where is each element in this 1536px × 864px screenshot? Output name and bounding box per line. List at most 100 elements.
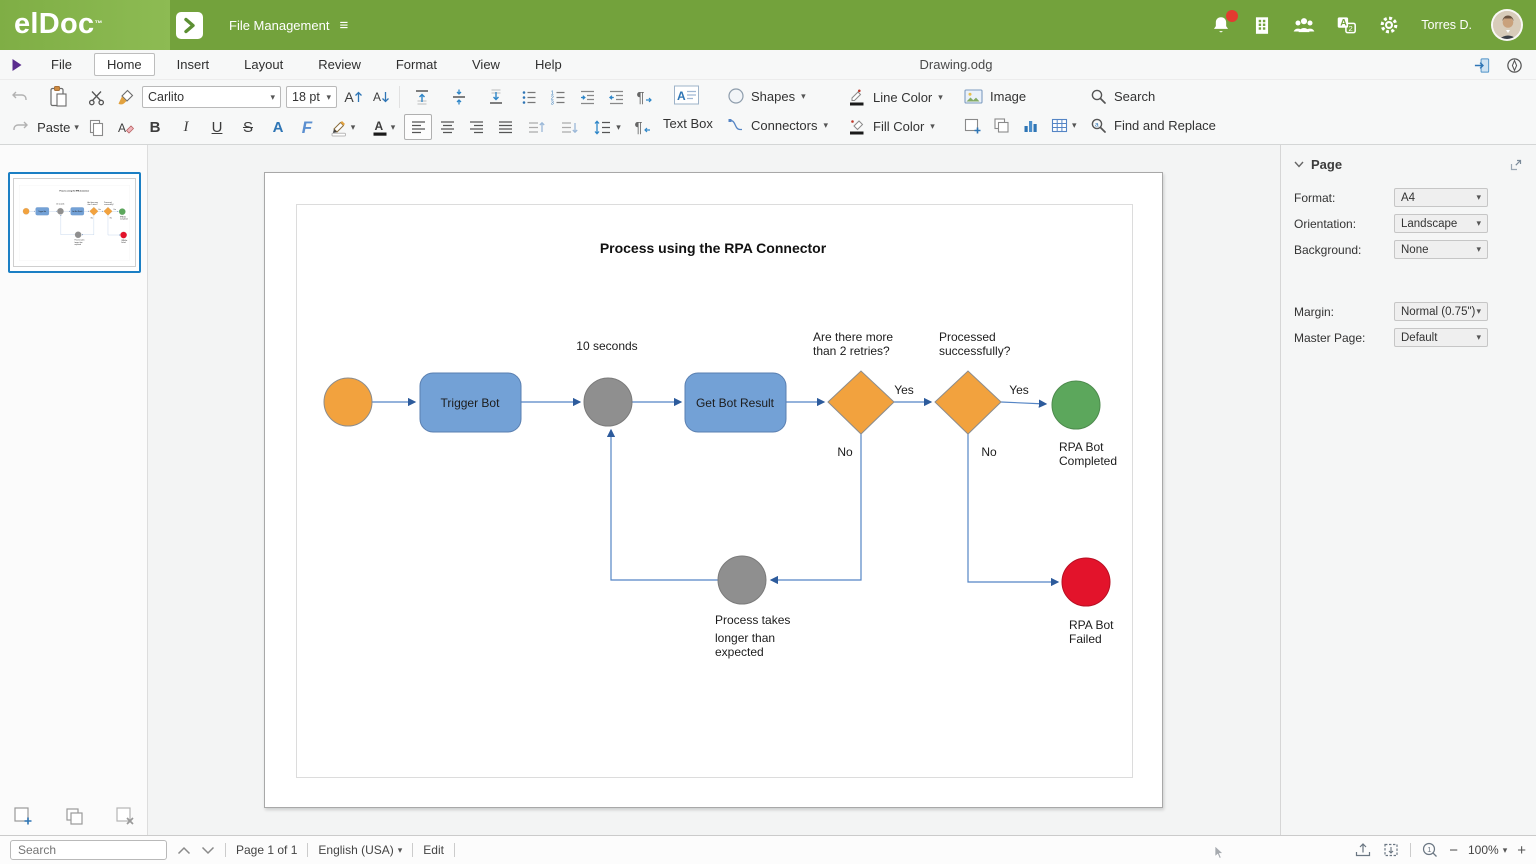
chevron-down-icon[interactable]: ▾ (938, 93, 943, 102)
language-button[interactable]: 2 A (1335, 14, 1359, 36)
zoom-in-button[interactable]: + (1517, 843, 1526, 858)
collabora-logo-icon[interactable] (9, 57, 25, 73)
page-panel-header[interactable]: Page (1294, 157, 1523, 172)
insert-table-button[interactable]: ▾ (1050, 116, 1077, 135)
chevron-down-icon[interactable]: ▾ (930, 122, 935, 131)
drawing-page[interactable] (264, 172, 1163, 808)
chevron-down-icon[interactable]: ▾ (1072, 121, 1077, 130)
master-page-select[interactable]: Default ▾ (1394, 328, 1488, 347)
font-size-combo[interactable]: 18 pt ▾ (284, 84, 339, 110)
document-status-icon[interactable] (1354, 842, 1372, 858)
format-select[interactable]: A4 ▾ (1394, 188, 1488, 207)
fontwork-button[interactable]: F (293, 114, 321, 140)
panel-dialog-launcher[interactable] (1509, 158, 1523, 172)
cut-button[interactable] (82, 84, 110, 110)
user-name[interactable]: Torres D. (1421, 18, 1472, 32)
underline-button[interactable]: U (202, 114, 232, 140)
flowchart[interactable] (265, 173, 1164, 809)
chevron-down-icon[interactable]: ▾ (801, 92, 806, 101)
chevron-down-icon[interactable]: ▾ (270, 93, 275, 102)
chevron-down-icon[interactable]: ▾ (1476, 307, 1481, 316)
connectors-button[interactable]: Connectors ▾ (727, 116, 828, 134)
page-thumbnail-selected[interactable] (8, 172, 141, 273)
shrink-font-button[interactable]: A (368, 84, 395, 110)
chevron-down-icon[interactable]: ▾ (1476, 245, 1481, 254)
insert-chart-icon[interactable] (1021, 116, 1040, 135)
redo-button[interactable] (6, 114, 34, 140)
align-top-button[interactable] (404, 84, 440, 110)
font-name-combo[interactable]: Carlito ▾ (140, 84, 283, 110)
menu-home[interactable]: Home (94, 53, 155, 76)
highlight-color-button[interactable]: ▾ (322, 114, 362, 140)
decrease-indent-button[interactable] (602, 84, 630, 110)
bullet-list-button[interactable] (515, 84, 543, 110)
fit-page-icon[interactable] (1382, 842, 1400, 858)
align-left-button[interactable] (404, 114, 432, 140)
menu-layout[interactable]: Layout (231, 53, 296, 76)
chevron-down-icon[interactable]: ▾ (1476, 333, 1481, 342)
chevron-down-icon[interactable]: ▾ (823, 121, 828, 130)
bold-button[interactable]: B (140, 114, 170, 140)
line-color-button[interactable]: Line Color ▾ (847, 87, 943, 107)
menu-help[interactable]: Help (522, 53, 575, 76)
module-tab-file-management[interactable]: File Management ≡ (229, 18, 348, 33)
organization-button[interactable] (1251, 14, 1273, 36)
font-color-button[interactable]: A ▾ (363, 114, 403, 140)
align-center-button[interactable] (433, 114, 461, 140)
text-shadow-button[interactable]: A (264, 114, 292, 140)
grow-font-button[interactable]: A (340, 84, 367, 110)
center-vertically-button[interactable] (441, 84, 477, 110)
menu-format[interactable]: Format (383, 53, 450, 76)
clear-formatting-button[interactable]: A (111, 114, 139, 140)
text-direction-ltr-button[interactable]: ¶ (631, 84, 658, 110)
delete-page-icon[interactable] (114, 805, 136, 827)
paste-button[interactable] (35, 84, 81, 110)
user-avatar[interactable] (1491, 9, 1523, 41)
insert-frame-icon[interactable] (963, 116, 982, 135)
close-document-icon[interactable] (1473, 56, 1492, 75)
new-page-icon[interactable] (12, 805, 34, 827)
zoom-level[interactable]: 100% ▾ (1468, 843, 1507, 857)
justify-button[interactable] (491, 114, 519, 140)
search-prev-button[interactable] (177, 846, 191, 855)
strikethrough-button[interactable]: S (233, 114, 263, 140)
settings-button[interactable] (1378, 14, 1400, 36)
drawing-canvas[interactable] (148, 145, 1280, 835)
expand-panel-button[interactable] (176, 12, 203, 39)
chevron-down-icon[interactable]: ▾ (326, 93, 331, 102)
background-select[interactable]: None ▾ (1394, 240, 1488, 259)
menu-review[interactable]: Review (305, 53, 374, 76)
text-box-label[interactable]: Text Box (663, 116, 713, 131)
chevron-down-icon[interactable]: ▾ (1476, 193, 1481, 202)
insert-object-icon[interactable] (992, 116, 1011, 135)
chevron-down-icon[interactable]: ▾ (398, 846, 403, 855)
menu-insert[interactable]: Insert (164, 53, 223, 76)
chevron-down-icon[interactable]: ▾ (1476, 219, 1481, 228)
numbered-list-button[interactable]: 123 (544, 84, 572, 110)
orientation-select[interactable]: Landscape ▾ (1394, 214, 1488, 233)
statusbar-search-input[interactable] (10, 840, 167, 860)
menu-view[interactable]: View (459, 53, 513, 76)
chevron-down-icon[interactable]: ▾ (1503, 846, 1508, 855)
duplicate-page-icon[interactable] (63, 805, 85, 827)
italic-button[interactable]: I (171, 114, 201, 140)
insert-image-button[interactable]: Image (963, 87, 1026, 106)
search-next-button[interactable] (201, 846, 215, 855)
text-box-button[interactable]: A (673, 84, 700, 106)
paste-dropdown[interactable]: Paste ▾ (35, 114, 81, 140)
chevron-down-icon[interactable]: ▾ (391, 123, 396, 132)
move-down-button[interactable] (553, 114, 585, 140)
document-name[interactable]: Drawing.odg (920, 57, 993, 72)
compass-icon[interactable] (1505, 56, 1524, 75)
clone-formatting-button[interactable] (111, 84, 139, 110)
app-logo[interactable]: elDoc™ (14, 8, 103, 40)
copy-button[interactable] (82, 114, 110, 140)
search-button[interactable]: Search (1089, 87, 1155, 106)
chevron-down-icon[interactable]: ▾ (616, 123, 621, 132)
text-direction-rtl-button[interactable]: ¶ (629, 114, 656, 140)
notifications-button[interactable] (1210, 14, 1232, 36)
increase-indent-button[interactable] (573, 84, 601, 110)
fill-color-button[interactable]: Fill Color ▾ (847, 116, 935, 136)
move-up-button[interactable] (520, 114, 552, 140)
line-spacing-button[interactable]: ▾ (586, 114, 628, 140)
